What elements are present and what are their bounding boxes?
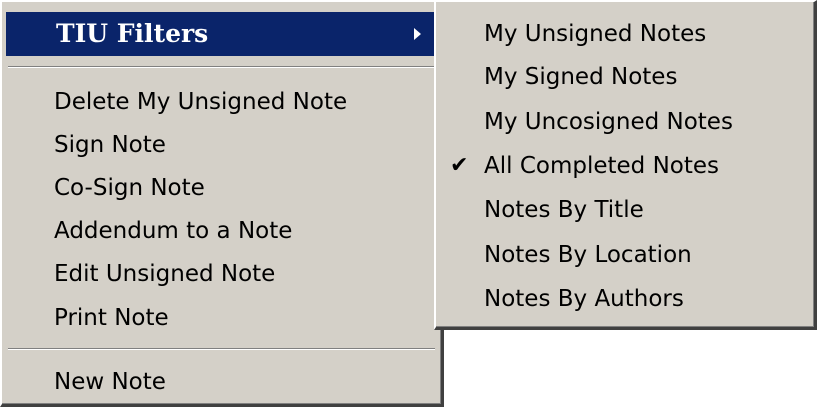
menu-item-label: Co-Sign Note xyxy=(54,175,205,201)
menu-item-label: Print Note xyxy=(54,305,169,331)
menu-item-edit-unsigned-note[interactable]: Edit Unsigned Note xyxy=(6,260,437,288)
menu-item-addendum-to-a-note[interactable]: Addendum to a Note xyxy=(6,217,437,245)
menu-item-label: New Note xyxy=(54,369,166,395)
submenu-item-notes-by-location[interactable]: Notes By Location xyxy=(436,240,814,270)
menu-item-label: Sign Note xyxy=(54,132,166,158)
submenu-item-label: Notes By Authors xyxy=(484,286,684,312)
menu-separator xyxy=(8,348,435,350)
menu-item-tiu-filters[interactable]: TIU Filters xyxy=(6,12,437,56)
submenu-item-my-signed-notes[interactable]: My Signed Notes xyxy=(436,62,814,92)
menu-item-new-note[interactable]: New Note xyxy=(6,368,437,396)
menu-item-print-note[interactable]: Print Note xyxy=(6,304,437,332)
checkmark-icon: ✔ xyxy=(450,153,469,178)
menu-item-label: TIU Filters xyxy=(56,19,209,48)
menu-separator xyxy=(8,66,435,68)
submenu-item-label: My Uncosigned Notes xyxy=(484,109,733,135)
menu-item-label: Addendum to a Note xyxy=(54,218,293,244)
context-menu: TIU Filters Delete My Unsigned Note Sign… xyxy=(0,0,444,407)
submenu-item-my-uncosigned-notes[interactable]: My Uncosigned Notes xyxy=(436,107,814,137)
submenu-item-label: All Completed Notes xyxy=(484,153,720,179)
menu-item-label: Delete My Unsigned Note xyxy=(54,89,348,115)
menu-item-co-sign-note[interactable]: Co-Sign Note xyxy=(6,174,437,202)
submenu-item-label: My Signed Notes xyxy=(484,64,678,90)
submenu-arrow-icon xyxy=(414,28,421,40)
tiu-filters-submenu: My Unsigned Notes My Signed Notes My Unc… xyxy=(434,0,817,330)
menu-item-sign-note[interactable]: Sign Note xyxy=(6,131,437,159)
submenu-item-label: Notes By Title xyxy=(484,197,644,223)
submenu-item-label: My Unsigned Notes xyxy=(484,21,707,47)
submenu-item-my-unsigned-notes[interactable]: My Unsigned Notes xyxy=(436,19,814,49)
submenu-item-notes-by-authors[interactable]: Notes By Authors xyxy=(436,284,814,314)
submenu-item-all-completed-notes[interactable]: ✔ All Completed Notes xyxy=(436,151,814,181)
screen: TIU Filters Delete My Unsigned Note Sign… xyxy=(0,0,817,407)
menu-item-delete-my-unsigned-note[interactable]: Delete My Unsigned Note xyxy=(6,88,437,116)
submenu-item-label: Notes By Location xyxy=(484,242,692,268)
menu-item-label: Edit Unsigned Note xyxy=(54,261,276,287)
submenu-item-notes-by-title[interactable]: Notes By Title xyxy=(436,195,814,225)
